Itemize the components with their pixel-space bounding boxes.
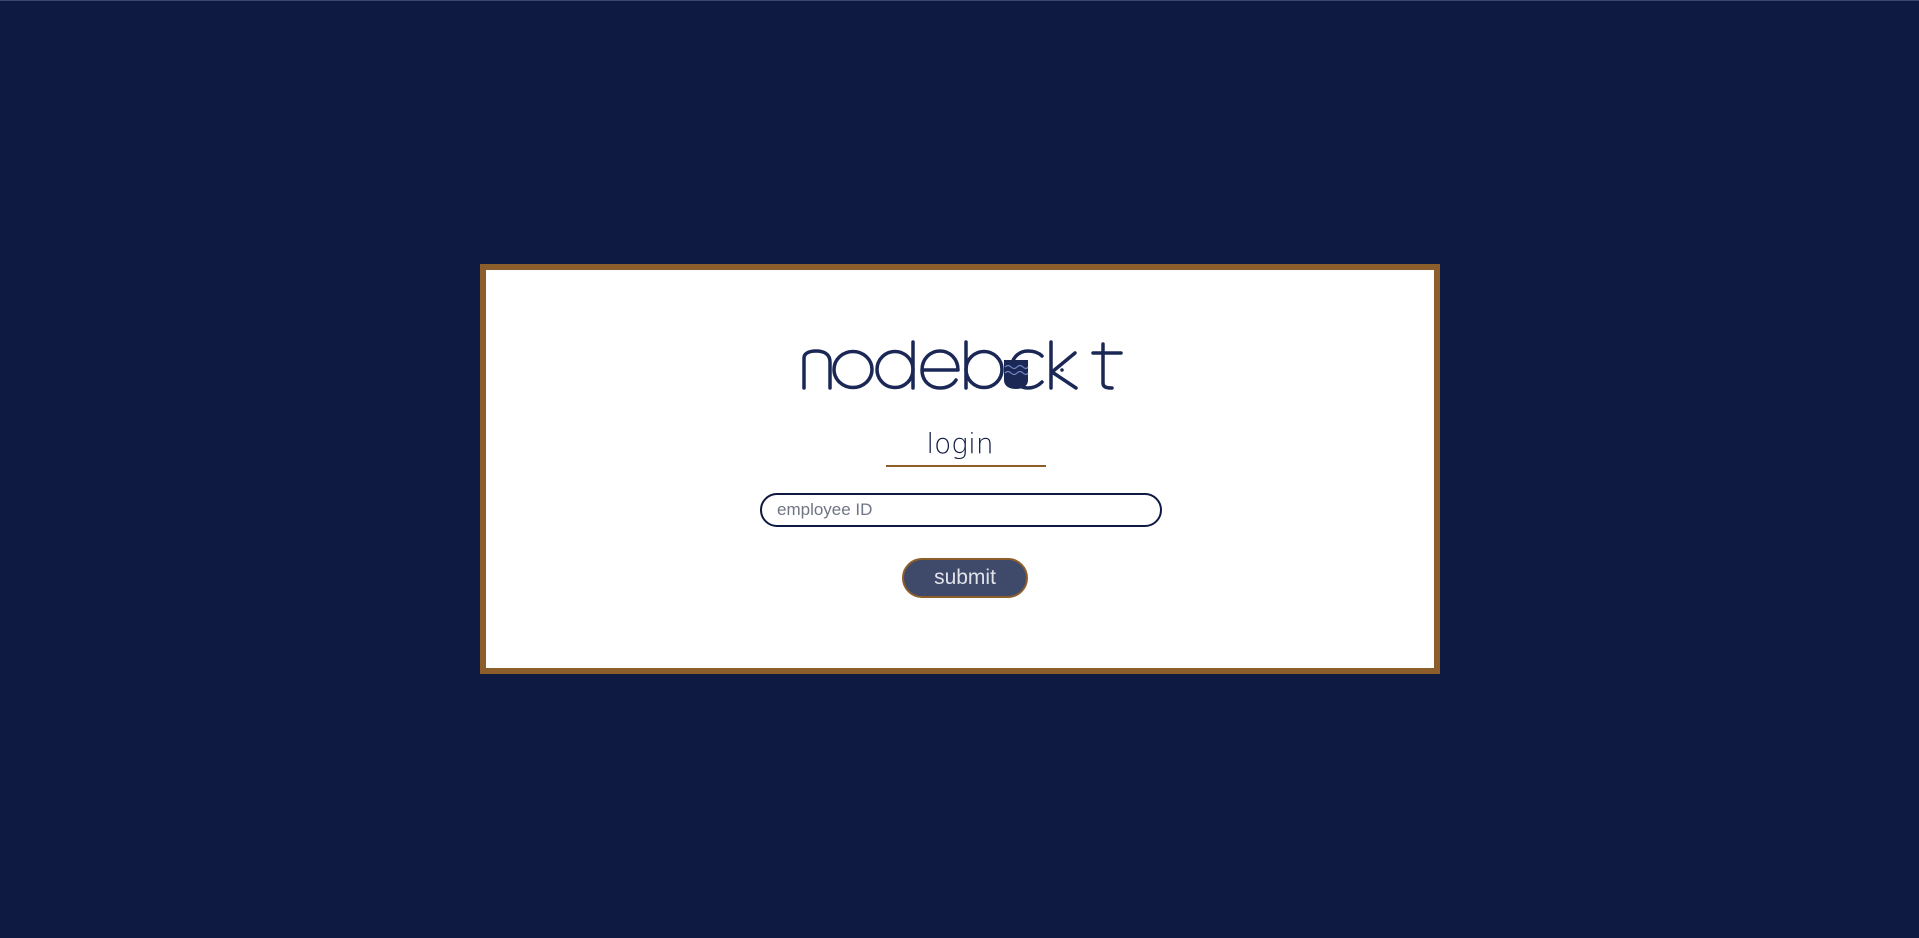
login-heading-underline xyxy=(886,465,1046,467)
top-divider xyxy=(0,0,1919,1)
employee-id-input[interactable] xyxy=(760,493,1162,527)
login-card: login submit xyxy=(480,264,1440,674)
login-heading: login xyxy=(926,427,994,460)
nodebucket-logo xyxy=(486,336,1434,396)
logo-graphic xyxy=(802,340,1123,390)
submit-button[interactable]: submit xyxy=(902,558,1028,598)
